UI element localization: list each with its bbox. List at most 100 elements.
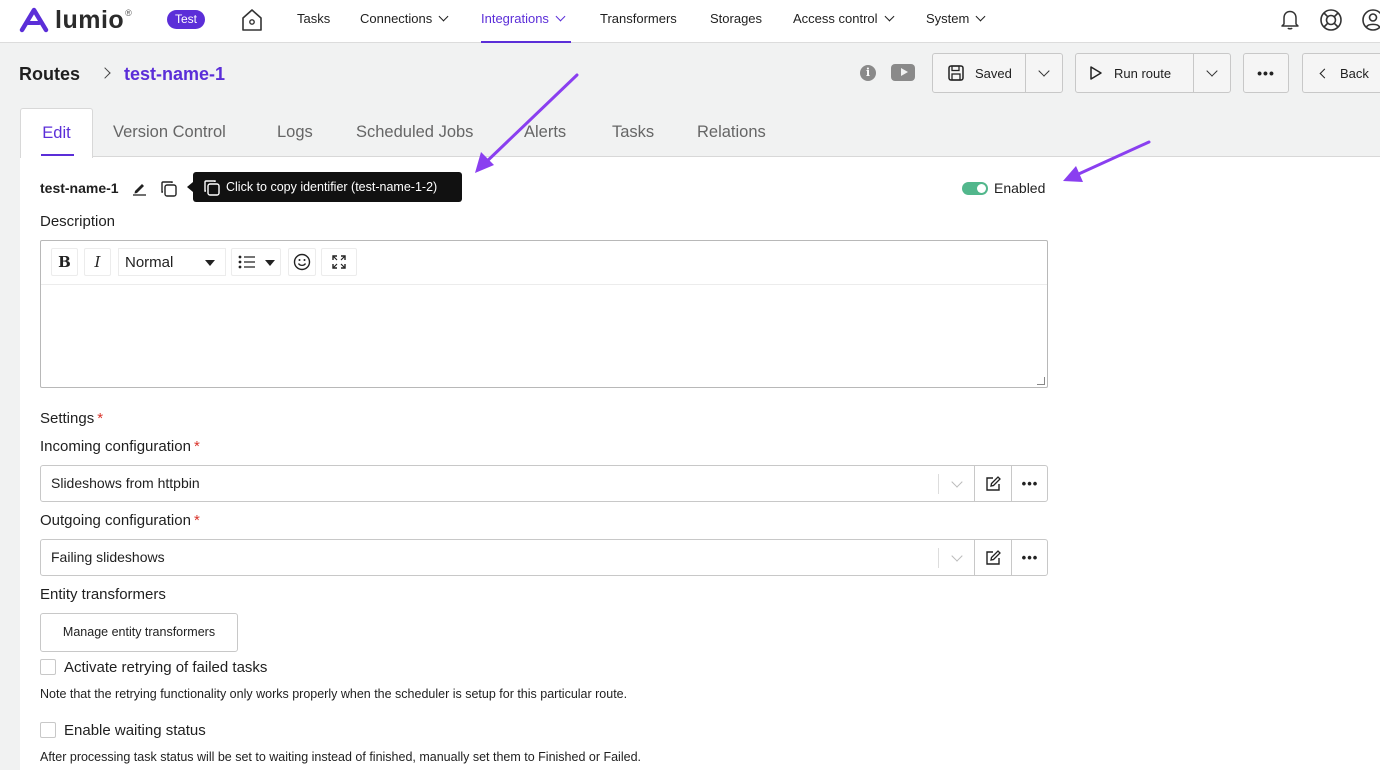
chevron-down-icon xyxy=(555,11,566,22)
run-route-button-group: Run route xyxy=(1075,53,1231,93)
retry-failed-tasks-checkbox[interactable] xyxy=(40,659,56,675)
route-name: test-name-1 xyxy=(40,180,119,196)
help-lifebuoy-icon[interactable] xyxy=(1319,8,1343,32)
waiting-note: After processing task status will be set… xyxy=(40,750,641,764)
chevron-down-icon xyxy=(951,476,963,488)
required-mark: * xyxy=(193,438,200,455)
tab-tasks[interactable]: Tasks xyxy=(612,108,654,157)
list-format-button[interactable] xyxy=(231,248,281,276)
breadcrumb-routes[interactable]: Routes xyxy=(19,64,80,85)
tab-edit[interactable]: Edit xyxy=(20,108,93,158)
waiting-status-label[interactable]: Enable waiting status xyxy=(64,722,206,739)
caret-down-icon xyxy=(265,260,275,266)
tooltip-text: Click to copy identifier (test-name-1-2) xyxy=(226,180,438,194)
chevron-down-icon xyxy=(951,550,963,562)
pencil-edit-icon[interactable] xyxy=(132,181,147,196)
chevron-down-icon xyxy=(1206,65,1218,77)
more-options-icon: ••• xyxy=(1021,476,1039,491)
alumio-logo[interactable]: lumio ® xyxy=(19,7,132,33)
run-route-options-toggle[interactable] xyxy=(1193,54,1230,92)
saved-options-toggle[interactable] xyxy=(1025,54,1062,92)
bell-icon[interactable] xyxy=(1279,8,1301,30)
text-format-select[interactable]: Normal xyxy=(118,248,226,276)
entity-transformers-label: Entity transformers xyxy=(40,586,166,603)
alumio-logo-mark-icon xyxy=(19,7,49,33)
left-gutter xyxy=(0,43,20,770)
bold-button[interactable]: B xyxy=(51,248,78,276)
copy-icon[interactable] xyxy=(160,180,178,198)
incoming-configuration-more-button[interactable]: ••• xyxy=(1011,466,1048,501)
tab-relations[interactable]: Relations xyxy=(697,108,766,157)
manage-entity-transformers-button[interactable]: Manage entity transformers xyxy=(40,613,238,652)
chevron-down-icon xyxy=(884,11,894,22)
fullscreen-button[interactable] xyxy=(321,248,357,276)
run-route-button[interactable]: Run route xyxy=(1076,54,1193,92)
emoji-button[interactable] xyxy=(288,248,316,276)
home-icon[interactable] xyxy=(241,8,263,32)
tab-version-control[interactable]: Version Control xyxy=(113,108,226,157)
enabled-toggle[interactable] xyxy=(962,182,988,195)
chevron-down-icon xyxy=(975,11,986,22)
copy-identifier-tooltip: Click to copy identifier (test-name-1-2) xyxy=(187,172,462,202)
save-floppy-icon xyxy=(948,65,964,81)
retry-note: Note that the retrying functionality onl… xyxy=(40,687,628,701)
resize-handle[interactable] xyxy=(1037,377,1045,385)
caret-down-icon xyxy=(205,260,215,266)
top-navigation: lumio ® Test Tasks Connections Integrati… xyxy=(0,0,1380,43)
outgoing-configuration-select[interactable]: Failing slideshows ••• xyxy=(40,539,1048,576)
chevron-down-icon xyxy=(1038,65,1050,77)
nav-tasks[interactable]: Tasks xyxy=(297,0,330,43)
more-options-icon: ••• xyxy=(1021,550,1039,565)
more-options-icon: ••• xyxy=(1257,65,1275,81)
chevron-left-icon xyxy=(1319,68,1330,78)
back-button[interactable]: Back xyxy=(1302,53,1380,93)
outgoing-configuration-label: Outgoing configuration * xyxy=(40,512,200,529)
tab-scheduled-jobs[interactable]: Scheduled Jobs xyxy=(356,108,473,157)
retry-failed-tasks-label[interactable]: Activate retrying of failed tasks xyxy=(64,659,267,676)
enabled-toggle-label: Enabled xyxy=(994,180,1046,196)
bullet-list-icon xyxy=(238,255,255,269)
saved-button-group: Saved xyxy=(932,53,1063,93)
saved-label: Saved xyxy=(975,65,1012,81)
more-actions-button[interactable]: ••• xyxy=(1243,53,1289,93)
outgoing-configuration-more-button[interactable]: ••• xyxy=(1011,540,1048,575)
chevron-down-icon xyxy=(438,11,449,22)
incoming-configuration-value: Slideshows from httpbin xyxy=(51,475,200,491)
logo-text: lumio xyxy=(55,6,125,34)
info-icon[interactable]: i xyxy=(860,65,876,81)
edit-outgoing-configuration-button[interactable] xyxy=(974,540,1011,575)
nav-storages[interactable]: Storages xyxy=(710,0,762,43)
incoming-configuration-select[interactable]: Slideshows from httpbin ••• xyxy=(40,465,1048,502)
description-label: Description xyxy=(40,213,116,230)
nav-connections[interactable]: Connections xyxy=(360,0,449,43)
edit-icon xyxy=(986,475,1001,491)
breadcrumb-current: test-name-1 xyxy=(124,64,226,84)
video-tutorial-icon[interactable] xyxy=(891,64,915,81)
editor-body[interactable] xyxy=(41,286,1047,387)
play-icon xyxy=(1090,66,1102,80)
italic-button[interactable]: I xyxy=(84,248,111,276)
nav-access-control[interactable]: Access control xyxy=(793,0,894,43)
nav-integrations[interactable]: Integrations xyxy=(481,0,571,43)
waiting-status-checkbox[interactable] xyxy=(40,722,56,738)
back-label: Back xyxy=(1340,65,1369,81)
tab-logs[interactable]: Logs xyxy=(277,108,313,157)
expand-icon xyxy=(332,255,346,269)
run-route-label: Run route xyxy=(1114,65,1172,81)
required-mark: * xyxy=(97,410,104,427)
saved-button[interactable]: Saved xyxy=(933,54,1025,92)
logo-registered-mark: ® xyxy=(125,8,132,18)
emoji-smile-icon xyxy=(293,253,311,271)
environment-badge: Test xyxy=(167,10,206,29)
tab-alerts[interactable]: Alerts xyxy=(524,108,566,157)
outgoing-configuration-value: Failing slideshows xyxy=(51,549,165,565)
nav-transformers[interactable]: Transformers xyxy=(600,0,677,43)
required-mark: * xyxy=(193,512,200,529)
text-format-value: Normal xyxy=(125,254,174,271)
description-editor: B I Normal xyxy=(40,240,1048,388)
active-tab-indicator xyxy=(41,154,74,156)
nav-system[interactable]: System xyxy=(926,0,986,43)
copy-icon xyxy=(204,180,220,196)
user-icon[interactable] xyxy=(1361,8,1380,32)
edit-incoming-configuration-button[interactable] xyxy=(974,466,1011,501)
